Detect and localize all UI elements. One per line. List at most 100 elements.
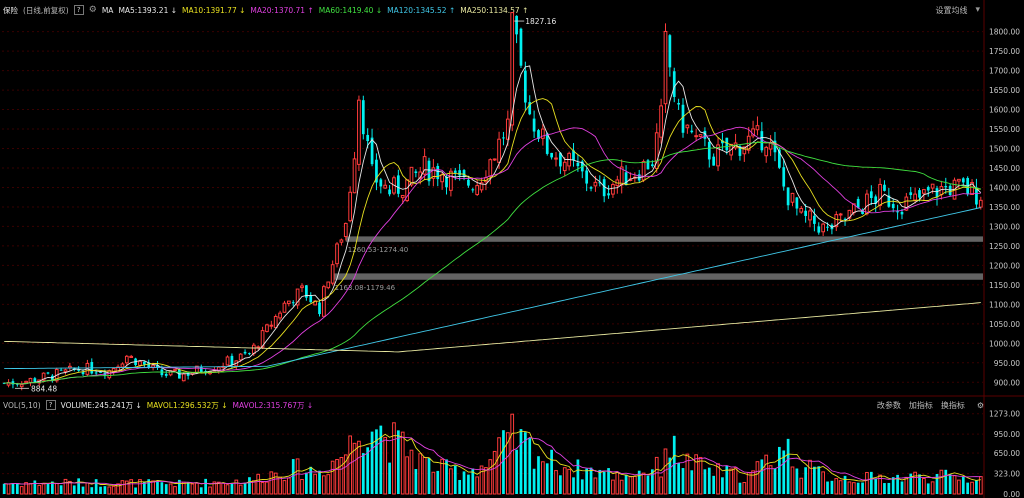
- volume-bar: [431, 471, 436, 495]
- volume-bar: [721, 477, 724, 494]
- volume-bar: [939, 469, 944, 495]
- candle-body: [24, 380, 28, 384]
- candle-body: [896, 211, 899, 213]
- volume-bar: [646, 475, 650, 494]
- candle-body: [826, 226, 829, 228]
- candle-body: [978, 199, 983, 208]
- y-tick-label: 950.00: [994, 359, 1020, 368]
- candle-body: [475, 185, 480, 195]
- volume-bar: [760, 459, 764, 494]
- volume-bar: [624, 474, 628, 494]
- candle-body: [282, 302, 287, 313]
- candle-body: [891, 204, 895, 209]
- volume-bar: [475, 476, 480, 495]
- zone-label: 1260.53-1274.40: [348, 246, 408, 254]
- candle-body: [502, 137, 505, 139]
- candle-body: [142, 361, 146, 365]
- y-tick-label: 1350.00: [989, 203, 1020, 212]
- volume-bar: [462, 471, 466, 494]
- volume-bar: [348, 435, 353, 495]
- volume-bar: [90, 487, 94, 494]
- volume-bar: [392, 422, 396, 495]
- volume-bar: [611, 479, 615, 495]
- volume-bar: [510, 413, 515, 495]
- volume-bar: [396, 430, 400, 494]
- candle-body: [607, 193, 610, 196]
- candle-body: [124, 355, 129, 364]
- volume-bar: [190, 483, 195, 495]
- volume-bar: [978, 476, 983, 495]
- candle-body: [361, 100, 365, 135]
- candle-body: [138, 360, 142, 366]
- volume-bar: [225, 484, 230, 495]
- volume-bar: [120, 480, 125, 495]
- volume-bar: [619, 479, 624, 495]
- volume-bar: [361, 453, 365, 494]
- volume-bar: [904, 476, 909, 495]
- candle-body: [230, 355, 234, 366]
- low-label: 884.48: [31, 384, 57, 393]
- volume-bar: [975, 480, 978, 494]
- candle-body: [251, 344, 256, 354]
- volume-bar: [698, 456, 703, 495]
- volume-bar: [208, 486, 212, 495]
- volume-bar: [388, 462, 391, 494]
- volume-bar: [269, 471, 274, 495]
- volume-bar: [300, 478, 304, 495]
- candle-body: [186, 372, 190, 376]
- volume-bar: [628, 475, 633, 495]
- candle-body: [357, 99, 361, 165]
- volume-bar: [883, 483, 886, 494]
- volume-bar: [238, 484, 243, 495]
- volume-bar: [168, 483, 173, 495]
- candle-body: [243, 351, 247, 354]
- candle-body: [519, 28, 523, 66]
- volume-tick-label: 650.00: [994, 449, 1020, 458]
- volume-bar: [847, 481, 852, 495]
- volume-bar: [204, 478, 208, 494]
- volume-bar: [746, 472, 751, 495]
- volume-bar: [768, 465, 773, 495]
- y-tick-label: 1150.00: [989, 281, 1020, 290]
- y-tick-label: 1650.00: [989, 86, 1020, 95]
- volume-bar: [156, 480, 159, 494]
- volume-bar: [861, 482, 864, 494]
- volume-bar: [817, 466, 821, 494]
- volume-bar: [400, 431, 405, 495]
- candle-body: [379, 179, 383, 187]
- candle-body: [273, 315, 278, 329]
- y-tick-label: 1500.00: [989, 145, 1020, 154]
- volume-bar: [383, 436, 388, 495]
- volume-bar: [248, 477, 251, 494]
- volume-bar: [46, 483, 50, 494]
- volume-bar: [375, 429, 378, 494]
- volume-tick-label: 0.00: [1003, 490, 1020, 498]
- candlestick-chart[interactable]: 900.00 950.00 1000.00 1050.00 1100.00 1150.00…: [0, 0, 1024, 498]
- candle-body: [663, 30, 668, 105]
- mavol2-line: [4, 436, 981, 486]
- y-tick-label: 1100.00: [989, 300, 1020, 309]
- candle-body: [318, 302, 321, 315]
- candle-body: [265, 324, 269, 332]
- candle-body: [28, 377, 33, 383]
- volume-bar: [685, 453, 690, 495]
- volume-bar: [282, 480, 287, 495]
- volume-bar: [804, 467, 807, 494]
- volume-bar: [467, 474, 470, 494]
- volume-bar: [260, 481, 265, 495]
- volume-bar: [265, 481, 269, 495]
- candle-body: [348, 191, 353, 222]
- ma5-line: [4, 65, 982, 385]
- volume-bar: [948, 474, 952, 494]
- candle-body: [869, 191, 873, 198]
- y-tick-label: 1050.00: [989, 320, 1020, 329]
- volume-bar: [326, 474, 331, 495]
- candle-body: [821, 223, 826, 233]
- volume-bar: [134, 487, 137, 494]
- candle-body: [278, 312, 282, 319]
- volume-bar: [952, 475, 957, 495]
- candle-body: [909, 192, 913, 196]
- volume-bar: [795, 468, 799, 494]
- mavol1-line: [4, 430, 981, 487]
- volume-bar: [6, 483, 11, 495]
